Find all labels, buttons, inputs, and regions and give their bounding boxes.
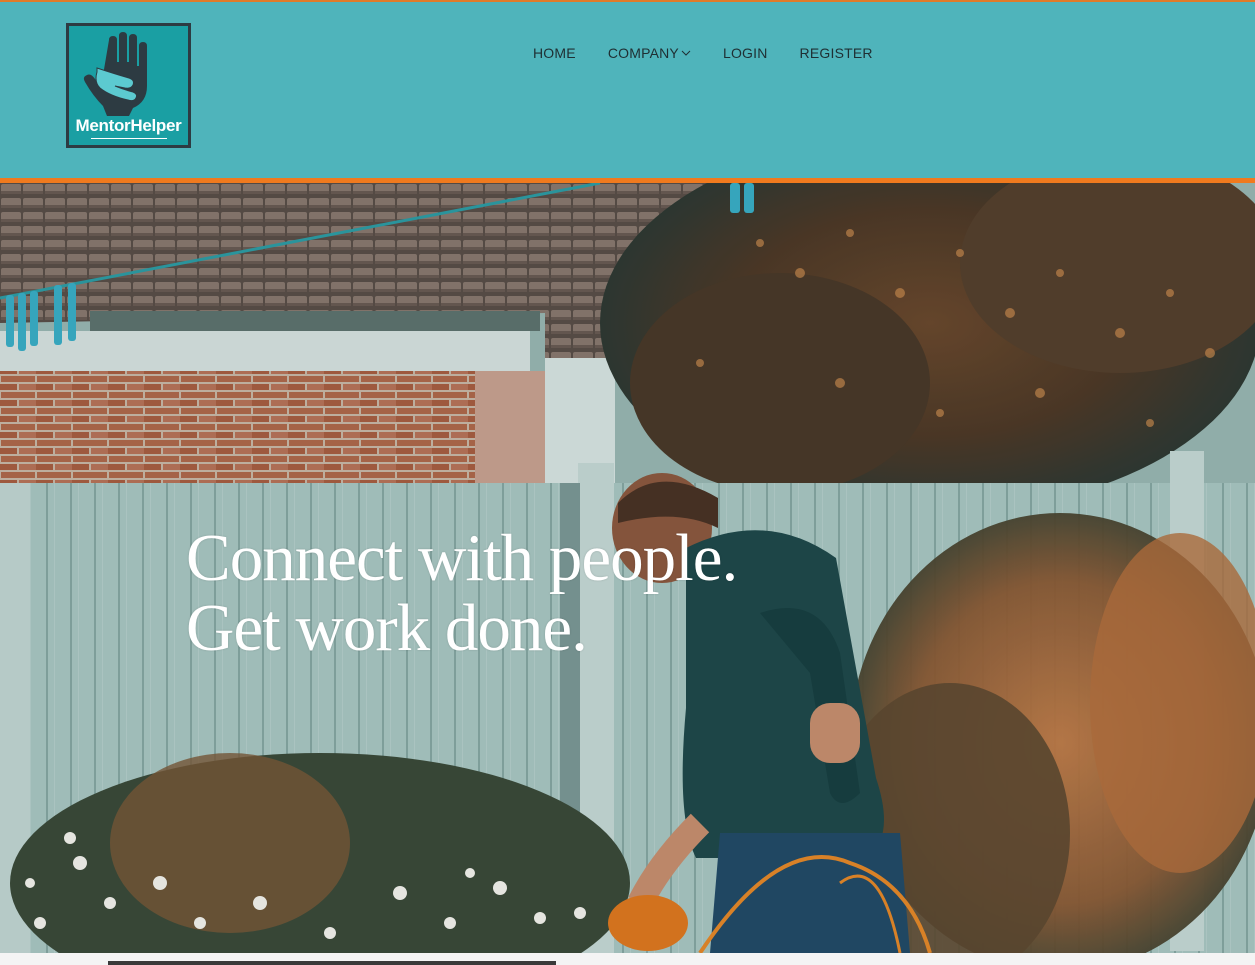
main-nav: HOME COMPANY LOGIN REGISTER [533,45,873,61]
hero-line-1: Connect with people. [186,521,738,595]
logo-text: MentorHelper [75,116,182,135]
chevron-down-icon [681,50,691,56]
nav-register[interactable]: REGISTER [800,45,873,61]
logo-underline [91,138,167,139]
site-header: MentorHelper HOME COMPANY LOGIN REGISTER [0,0,1255,178]
hero-banner: Connect with people. Get work done. [0,183,1255,953]
logo[interactable]: MentorHelper [66,23,191,148]
nav-home[interactable]: HOME [533,45,576,61]
nav-company-label: COMPANY [607,45,679,61]
nav-company[interactable]: COMPANY [608,45,691,61]
page: MentorHelper HOME COMPANY LOGIN REGISTER [0,0,1255,965]
bottom-strip-dark [108,961,556,965]
nav-login[interactable]: LOGIN [723,45,768,61]
bottom-strip [0,953,1255,965]
hero-headline: Connect with people. Get work done. [186,521,738,665]
hero-line-2: Get work done. [186,591,588,665]
